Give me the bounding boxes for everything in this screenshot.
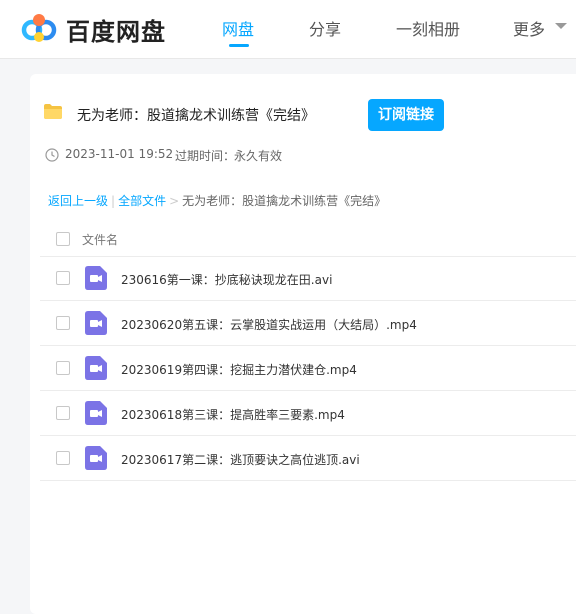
column-header-filename: 文件名	[82, 233, 119, 247]
file-name[interactable]: 20230618第三课：提高胜率三要素.mp4	[121, 406, 345, 423]
breadcrumb-divider: |	[111, 194, 116, 208]
breadcrumb-chevron-icon: >	[169, 194, 180, 208]
file-name[interactable]: 20230617第二课：逃顶要诀之高位逃顶.avi	[121, 451, 360, 468]
video-file-icon	[85, 446, 107, 470]
chevron-down-icon[interactable]	[555, 23, 567, 29]
file-checkbox[interactable]	[56, 406, 70, 420]
video-file-icon	[85, 356, 107, 380]
nav-tab-album[interactable]: 一刻相册	[396, 16, 460, 40]
video-file-icon	[85, 311, 107, 335]
file-checkbox[interactable]	[56, 451, 70, 465]
file-name[interactable]: 20230620第五课：云掌股道实战运用（大结局）.mp4	[121, 316, 417, 333]
breadcrumb-back-link[interactable]: 返回上一级	[48, 194, 108, 208]
breadcrumb-all-files-link[interactable]: 全部文件	[118, 194, 166, 208]
folder-icon	[44, 104, 62, 119]
row-divider	[40, 435, 576, 436]
brand-name: 百度网盘	[66, 18, 166, 46]
breadcrumb-current: 无为老师：股道擒龙术训练营《完结》	[182, 194, 387, 208]
file-name[interactable]: 230616第一课：抄底秘诀现龙在田.avi	[121, 271, 332, 288]
expire-label: 过期时间：	[175, 149, 236, 163]
row-divider	[40, 300, 576, 301]
expire-value: 永久有效	[234, 149, 283, 163]
video-file-icon	[85, 401, 107, 425]
row-divider	[40, 480, 576, 481]
breadcrumb: 返回上一级 | 全部文件 > 无为老师：股道擒龙术训练营《完结》	[48, 192, 386, 209]
file-checkbox[interactable]	[56, 361, 70, 375]
select-all-checkbox[interactable]	[56, 232, 70, 246]
row-divider	[40, 390, 576, 391]
nav-active-indicator	[229, 44, 249, 47]
top-nav-bar: 百度网盘 网盘 分享 一刻相册 更多	[0, 0, 576, 59]
subscribe-link-button[interactable]: 订阅链接	[368, 99, 444, 131]
file-checkbox[interactable]	[56, 271, 70, 285]
clock-icon	[45, 148, 59, 162]
nav-tab-share[interactable]: 分享	[309, 16, 341, 40]
share-date: 2023-11-01 19:52	[65, 147, 174, 161]
baidu-netdisk-logo-icon[interactable]	[20, 11, 58, 45]
file-checkbox[interactable]	[56, 316, 70, 330]
video-file-icon	[85, 266, 107, 290]
share-title: 无为老师：股道擒龙术训练营《完结》	[77, 108, 315, 124]
row-divider	[40, 256, 576, 257]
row-divider	[40, 345, 576, 346]
nav-tab-netdisk[interactable]: 网盘	[222, 16, 254, 40]
file-name[interactable]: 20230619第四课：挖掘主力潜伏建仓.mp4	[121, 361, 357, 378]
nav-tab-more[interactable]: 更多	[513, 16, 545, 40]
